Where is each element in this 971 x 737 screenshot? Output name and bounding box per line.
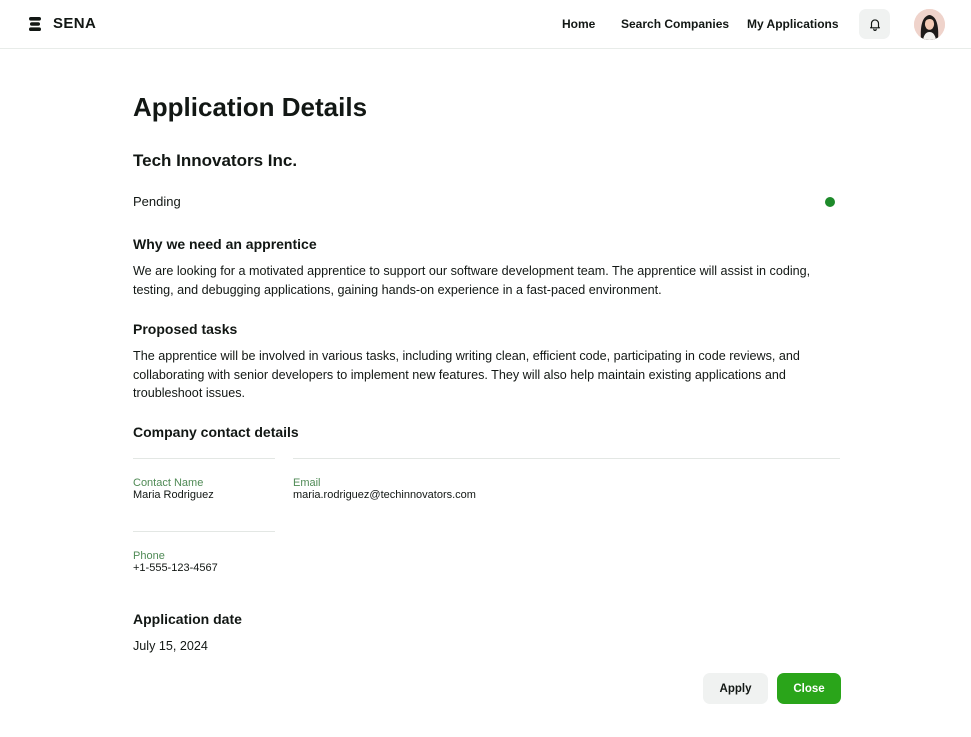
nav-link-search-companies[interactable]: Search Companies [621, 17, 729, 31]
status-indicator-dot [825, 197, 835, 207]
contact-name-label: Contact Name [133, 477, 204, 489]
nav-link-my-applications[interactable]: My Applications [747, 17, 839, 31]
notifications-button[interactable] [859, 9, 890, 39]
email-label: Email [293, 477, 321, 489]
application-date-value: July 15, 2024 [133, 639, 208, 653]
divider [133, 458, 275, 459]
user-avatar[interactable] [914, 9, 945, 40]
avatar-image [914, 9, 945, 40]
main-nav: Home Search Companies My Applications [0, 17, 971, 33]
company-name: Tech Innovators Inc. [133, 151, 298, 170]
divider [133, 531, 275, 532]
apply-button[interactable]: Apply [703, 673, 768, 704]
page-title: Application Details [133, 92, 368, 122]
contact-name-value: Maria Rodriguez [133, 489, 214, 501]
phone-value: +1-555-123-4567 [133, 562, 218, 574]
nav-link-home[interactable]: Home [562, 17, 595, 31]
contact-details-heading: Company contact details [133, 424, 299, 440]
divider [293, 458, 840, 459]
why-apprentice-text: We are looking for a motivated apprentic… [133, 264, 811, 297]
proposed-tasks-heading: Proposed tasks [133, 321, 238, 337]
proposed-tasks-text: The apprentice will be involved in vario… [133, 349, 800, 400]
application-date-heading: Application date [133, 611, 242, 627]
close-button[interactable]: Close [777, 673, 841, 704]
top-navigation-bar: SENA Home Search Companies My Applicatio… [0, 0, 971, 49]
phone-label: Phone [133, 550, 165, 562]
status-text: Pending [133, 194, 181, 209]
bell-icon [869, 19, 880, 31]
why-apprentice-heading: Why we need an apprentice [133, 236, 317, 252]
email-value: maria.rodriguez@techinnovators.com [293, 489, 476, 501]
